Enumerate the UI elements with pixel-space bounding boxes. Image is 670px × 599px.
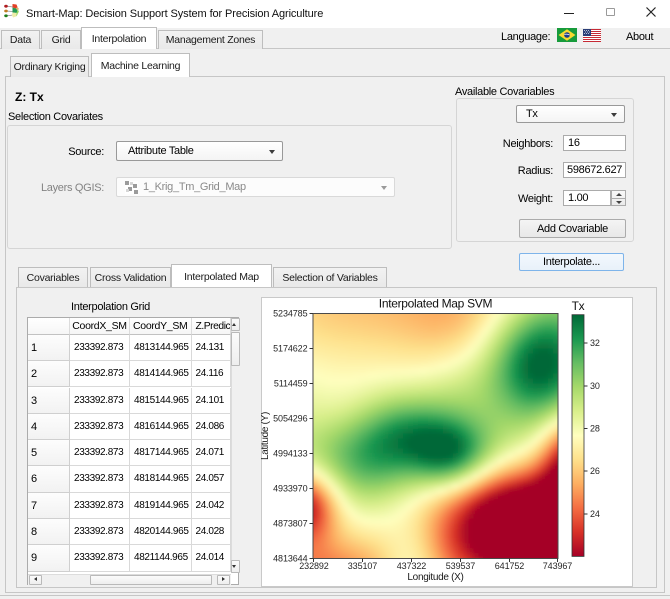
svg-text:28: 28	[590, 424, 600, 434]
svg-text:335107: 335107	[348, 561, 378, 571]
svg-text:5054296: 5054296	[273, 414, 307, 424]
svg-text:Interpolated Map SVM: Interpolated Map SVM	[379, 297, 493, 311]
svg-text:26: 26	[590, 466, 600, 476]
svg-text:5174622: 5174622	[273, 344, 307, 354]
svg-text:641752: 641752	[495, 561, 525, 571]
svg-text:Longitude (X): Longitude (X)	[407, 572, 463, 583]
svg-text:Tx: Tx	[572, 299, 585, 313]
svg-text:539537: 539537	[446, 561, 476, 571]
svg-text:4873807: 4873807	[273, 519, 307, 529]
svg-text:Latitude (Y): Latitude (Y)	[261, 412, 271, 460]
svg-text:4933970: 4933970	[273, 484, 307, 494]
svg-text:437322: 437322	[397, 561, 427, 571]
svg-text:5114459: 5114459	[274, 379, 308, 389]
svg-text:4994133: 4994133	[273, 449, 307, 459]
svg-text:743967: 743967	[543, 561, 573, 571]
svg-text:30: 30	[590, 381, 600, 391]
svg-text:24: 24	[590, 509, 600, 519]
svg-text:5234785: 5234785	[273, 309, 307, 319]
svg-text:32: 32	[590, 338, 600, 348]
svg-text:232892: 232892	[299, 561, 329, 571]
